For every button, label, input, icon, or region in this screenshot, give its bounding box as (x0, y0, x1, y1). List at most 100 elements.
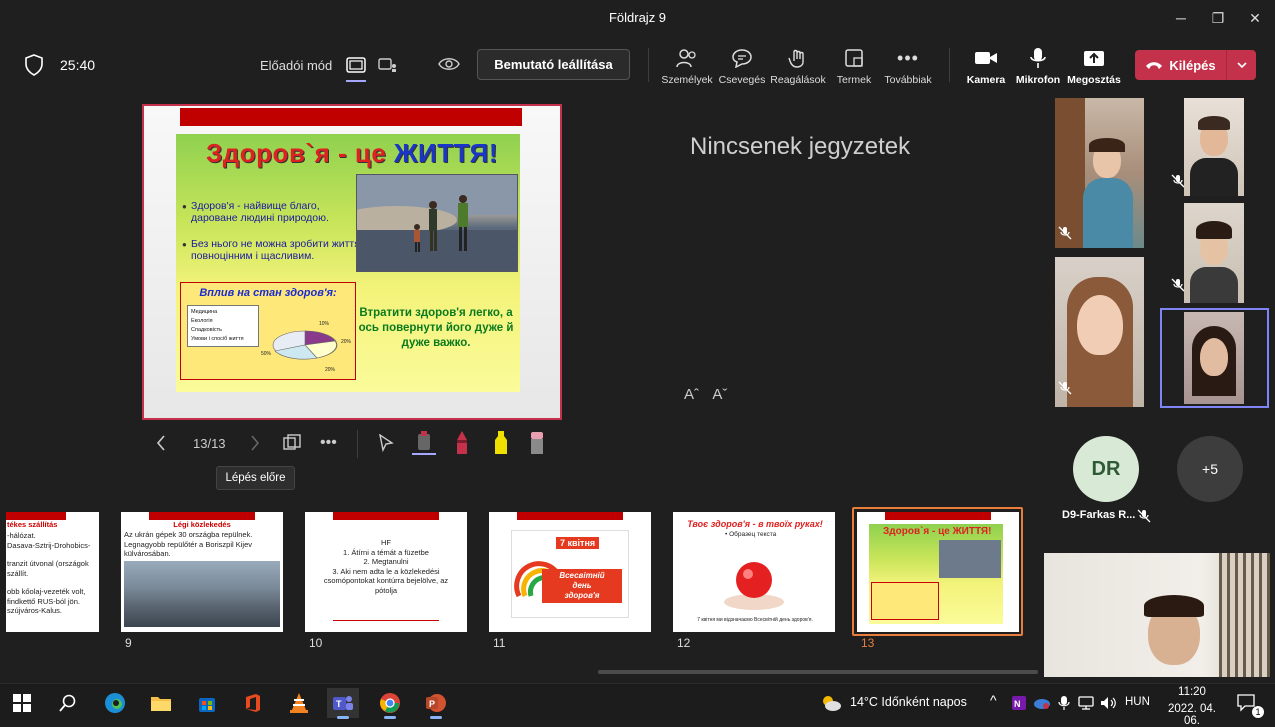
chevron-left-icon (156, 435, 165, 451)
thumbnail-scrollbar[interactable] (598, 670, 1038, 674)
chevron-up-icon[interactable]: ^ (990, 692, 997, 708)
airport-photo (124, 561, 280, 627)
chrome-app[interactable] (374, 688, 406, 719)
microphone-icon (1008, 46, 1068, 70)
chart-title: Вплив на стан здоров'я: (199, 287, 337, 299)
font-increase-button[interactable]: Aˆ (684, 386, 699, 403)
mic-off-icon (1058, 226, 1072, 240)
weather-text[interactable]: 14°C Időnként napos (850, 695, 967, 709)
slide-grid-button[interactable] (283, 430, 301, 456)
more-button[interactable]: ••• Továbbiak (878, 46, 938, 87)
chevron-down-icon[interactable] (1226, 50, 1256, 80)
eye-icon[interactable] (438, 56, 460, 77)
reactions-label: Reagálások (770, 74, 826, 86)
svg-text:P: P (429, 699, 435, 709)
participant-video[interactable] (1184, 312, 1244, 404)
people-button[interactable]: Személyek (657, 46, 717, 86)
slide-more-options-icon[interactable]: ••• (320, 430, 337, 456)
chat-button[interactable]: Csevegés (712, 46, 772, 86)
slide-thumbnail[interactable]: HF 1. Átírni a témát a füzetbe 2. Megtan… (305, 512, 467, 632)
weather-icon[interactable] (818, 688, 844, 718)
reactions-button[interactable]: Reagálások (768, 46, 828, 86)
folder-icon (151, 697, 171, 711)
standout-mode-icon[interactable] (343, 54, 369, 82)
cloud-sync-icon[interactable] (1032, 688, 1052, 718)
file-explorer-app[interactable] (145, 688, 177, 718)
thumb-number: 9 (125, 636, 132, 650)
highlighter-button[interactable] (491, 430, 511, 456)
notification-center-button[interactable]: 1 (1232, 688, 1264, 718)
store-app[interactable] (191, 688, 223, 718)
slide-thumbnail[interactable]: Твоє здоров'я - в твоїх руках! • Образец… (673, 512, 835, 632)
edge-app[interactable] (99, 688, 131, 718)
search-button[interactable] (52, 688, 84, 718)
participant-video[interactable] (1055, 257, 1144, 407)
participant-video[interactable] (1184, 98, 1244, 196)
stop-presenting-button[interactable]: Bemutató leállítása (477, 49, 630, 80)
windows-logo-icon (13, 694, 31, 712)
thumb-slide-content: Здоров`я - це ЖИТТЯ! (869, 524, 1003, 624)
previous-slide-button[interactable] (156, 430, 166, 456)
more-participants-button[interactable]: +5 (1177, 436, 1243, 502)
chrome-icon (380, 693, 400, 713)
laser-pointer-button[interactable] (412, 430, 436, 456)
share-button[interactable]: Megosztás (1064, 46, 1124, 86)
mic-off-icon (1137, 509, 1151, 523)
legend-item: Медицина (191, 309, 218, 315)
shield-icon[interactable] (24, 54, 44, 76)
meeting-toolbar: 25:40 Előadói mód Bemutató leállítása Sz… (0, 36, 1275, 94)
restore-button[interactable]: ❐ (1203, 6, 1233, 30)
minimize-button[interactable]: ─ (1166, 6, 1196, 30)
pie-chart: 10% 20% 20% 50% (261, 321, 352, 373)
clock-time[interactable]: 11:20 (1160, 686, 1224, 698)
slide-thumbnail[interactable]: 7 квітня Всесвітній день здоров'я (489, 512, 651, 632)
mic-button[interactable]: Mikrofon (1008, 46, 1068, 86)
clock-date[interactable]: 2022. 04. 06. (1160, 703, 1224, 727)
self-video[interactable] (1044, 553, 1270, 677)
pie-label: 20% (325, 367, 336, 373)
rooms-button[interactable]: Termek (824, 46, 884, 86)
participant-video[interactable] (1184, 203, 1244, 303)
volume-icon[interactable] (1099, 688, 1119, 718)
teams-app[interactable]: T (327, 688, 359, 719)
side-by-side-mode-icon[interactable] (375, 54, 401, 76)
windows-start-button[interactable] (6, 688, 38, 718)
reactions-icon (768, 46, 828, 70)
next-slide-button[interactable] (250, 430, 260, 456)
slide-thumbnail[interactable]: tékes szállítás -hálózat. Dasava-Sztrij-… (6, 512, 99, 632)
thumb-line: obb kőolaj-vezeték volt, (7, 587, 86, 596)
pie-label: 50% (261, 351, 272, 357)
microphone-tray-icon[interactable] (1054, 688, 1074, 718)
control-divider (357, 430, 358, 458)
share-label: Megosztás (1067, 74, 1121, 86)
participant-video[interactable] (1055, 98, 1144, 248)
slide-title: Здоров`я - це ЖИТТЯ! (206, 138, 498, 169)
leave-label: Kilépés (1169, 57, 1216, 73)
language-indicator[interactable]: HUN (1125, 696, 1150, 708)
network-icon[interactable] (1076, 688, 1096, 718)
camera-icon (956, 46, 1016, 70)
mic-off-icon (1171, 174, 1185, 188)
thumb-line: Dasava-Sztrij-Drohobics- (7, 540, 91, 550)
font-decrease-button[interactable]: Aˇ (712, 386, 727, 403)
red-pen-button[interactable] (453, 430, 471, 456)
slide-thumbnail[interactable]: Légi közlekedés Az ukrán gépek 30 ország… (121, 512, 283, 632)
slide-thumbnail-current[interactable]: Здоров`я - це ЖИТТЯ! (857, 512, 1019, 632)
camera-button[interactable]: Kamera (956, 46, 1016, 86)
thumb-text: Всесвітній день здоров'я (542, 569, 622, 603)
leave-button[interactable]: Kilépés (1135, 50, 1226, 80)
close-button[interactable]: ✕ (1240, 6, 1270, 30)
vlc-app[interactable] (283, 688, 315, 718)
thumb-line: csomópontokat kontúrra bejelölve, az (323, 576, 449, 585)
participant-avatar[interactable]: DR (1073, 436, 1139, 502)
legend-item: Умови і спосіб життя (191, 336, 244, 342)
eraser-button[interactable] (529, 430, 545, 456)
windows-taskbar: T P 14°C Időnként napos ^ N HUN 11:20 20… (0, 683, 1275, 727)
powerpoint-app[interactable]: P (420, 688, 452, 719)
pointer-tool-button[interactable] (378, 430, 394, 456)
onenote-icon[interactable]: N (1009, 688, 1029, 718)
highlighter-icon (495, 431, 507, 454)
office-app[interactable] (237, 688, 269, 718)
thumb-text: Az ukrán gépek 30 országba repülnek. Leg… (124, 530, 282, 559)
cloud-icon (1034, 699, 1050, 709)
